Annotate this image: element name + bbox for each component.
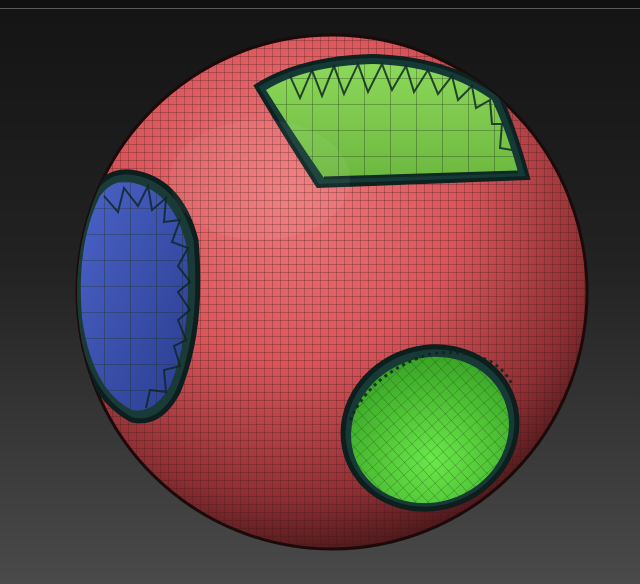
specular-highlight [170,120,350,240]
3d-viewport[interactable] [0,0,640,584]
polygroup-left-patch[interactable] [73,169,201,424]
scene-canvas[interactable] [0,0,640,584]
